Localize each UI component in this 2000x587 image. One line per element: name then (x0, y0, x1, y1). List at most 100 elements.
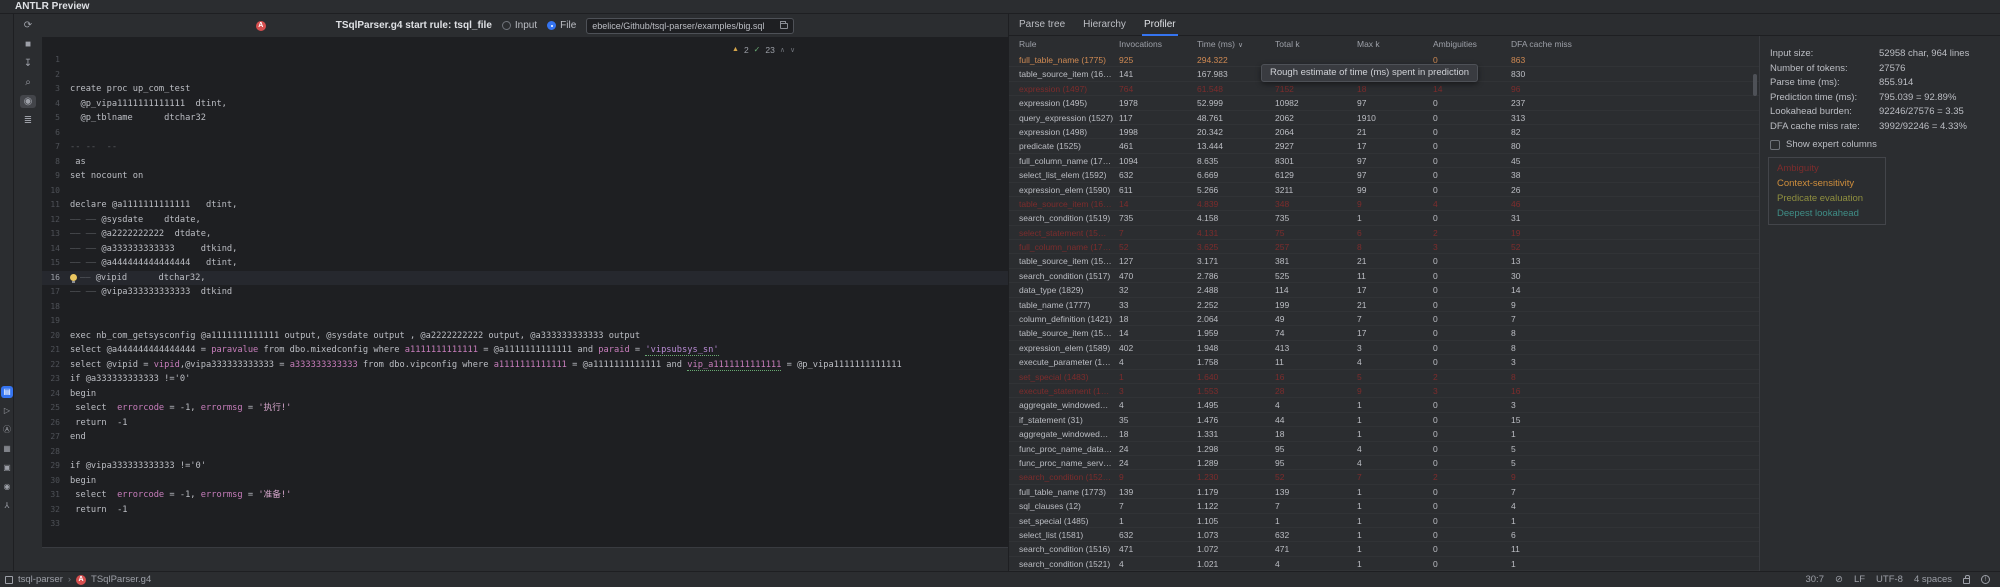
code-line[interactable]: 7-- -- -- (42, 140, 1008, 155)
code-line[interactable]: 28 (42, 445, 1008, 460)
checkbox-icon[interactable] (1770, 140, 1780, 150)
profiler-row[interactable]: full_table_name (1773)1391.179139107 (1009, 485, 1759, 499)
profiler-row[interactable]: search_condition (1516)4711.0724711011 (1009, 542, 1759, 556)
show-expert-columns-checkbox[interactable]: Show expert columns (1770, 139, 1877, 150)
services-tool-icon[interactable]: ▦ (1, 443, 13, 455)
inspections-widget[interactable]: ▲2 ✓23 ∧ ∨ (732, 43, 795, 56)
next-issue-icon[interactable]: ∨ (790, 46, 795, 54)
profiler-table-header[interactable]: Rule Invocations Time (ms)∨ Total k Max k Amb… (1009, 36, 1759, 53)
code-editor[interactable]: 123create proc up_com_test4 @p_vipa11111… (42, 38, 1008, 547)
code-line[interactable]: 18 (42, 300, 1008, 315)
browse-folder-icon[interactable] (780, 23, 788, 29)
code-line[interactable]: 10 (42, 184, 1008, 199)
code-line[interactable]: 30begin (42, 474, 1008, 489)
code-line[interactable]: 26 return -1 (42, 416, 1008, 431)
code-line[interactable]: 11declare @a1111111111111 dtint, (42, 198, 1008, 213)
code-line[interactable]: 2 (42, 68, 1008, 83)
code-line[interactable]: 4 @p_vipa1111111111111 dtint, (42, 97, 1008, 112)
search-icon[interactable]: ⌕ (20, 76, 36, 89)
lock-icon[interactable] (1963, 578, 1970, 584)
profiler-row[interactable]: expression_elem (1590)6115.266321199026 (1009, 183, 1759, 197)
code-line[interactable]: 9set nocount on (42, 169, 1008, 184)
profiler-row[interactable]: full_column_name (17…523.6252578352 (1009, 240, 1759, 254)
stop-icon[interactable]: ■ (20, 38, 36, 51)
code-line[interactable]: 21select @a444444444444444 = paravalue f… (42, 343, 1008, 358)
column-header-ambiguities[interactable]: Ambiguities (1433, 39, 1507, 49)
profiler-row[interactable]: table_source_item (15…141.959741708 (1009, 326, 1759, 340)
run-tool-icon[interactable]: ▷ (1, 405, 13, 417)
profiler-row[interactable]: expression (1495)197852.99910982970237 (1009, 96, 1759, 110)
hierarchy-tree-icon[interactable]: ≣ (20, 114, 36, 127)
code-line[interactable]: 3create proc up_com_test (42, 82, 1008, 97)
code-line[interactable]: 32 return -1 (42, 503, 1008, 518)
profiler-row[interactable]: full_column_name (17…10948.635830197045 (1009, 154, 1759, 168)
column-header-invocations[interactable]: Invocations (1119, 39, 1193, 49)
profiler-row[interactable]: predicate (1525)46113.444292717080 (1009, 139, 1759, 153)
profiler-row[interactable]: if_statement (31)351.476441015 (1009, 413, 1759, 427)
antlr-tool-icon[interactable]: Ⓐ (1, 424, 13, 436)
column-header-max-k[interactable]: Max k (1357, 39, 1429, 49)
code-line[interactable]: 17—— —— @vipa333333333333 dtkind (42, 285, 1008, 300)
antlr-preview-tool-icon[interactable]: ▤ (1, 386, 13, 398)
profiler-row[interactable]: set_special (1485)11.1051101 (1009, 514, 1759, 528)
file-radio-circle[interactable] (547, 21, 556, 30)
tab-hierarchy[interactable]: Hierarchy (1083, 14, 1126, 36)
profiler-run-icon[interactable]: ◉ (20, 95, 36, 108)
code-line[interactable]: 6 (42, 126, 1008, 141)
profiler-row[interactable]: execute_statement (1…31.553289316 (1009, 384, 1759, 398)
breadcrumb-project[interactable]: tsql-parser (18, 574, 63, 585)
column-header-total-k[interactable]: Total k (1275, 39, 1353, 49)
code-line-caret[interactable]: 16—— @vipid dtchar32, (42, 271, 1008, 286)
code-line[interactable]: 23if @a333333333333 !='0' (42, 372, 1008, 387)
table-vertical-scrollbar[interactable] (1753, 74, 1757, 96)
profiler-row[interactable]: select_list_elem (1592)6326.669612997038 (1009, 168, 1759, 182)
code-line[interactable]: 27end (42, 430, 1008, 445)
profiler-row[interactable]: search_condition (1517)4702.78652511030 (1009, 269, 1759, 283)
profiler-row[interactable]: select_list (1581)6321.073632106 (1009, 528, 1759, 542)
code-line[interactable]: 25 select errorcode = -1, errormsg = '执行… (42, 401, 1008, 416)
info-icon[interactable]: ! (1981, 575, 1990, 584)
column-header-time-ms-[interactable]: Time (ms)∨ (1197, 39, 1271, 49)
profiler-row[interactable]: aggregate_windowed…181.33118101 (1009, 427, 1759, 441)
code-line[interactable]: 29if @vipa333333333333 !='0' (42, 459, 1008, 474)
profiler-row[interactable]: search_condition (1519)7354.1587351031 (1009, 211, 1759, 225)
column-header-rule[interactable]: Rule (1019, 39, 1115, 49)
code-line[interactable]: 14—— —— @a333333333333 dtkind, (42, 242, 1008, 257)
profiler-row[interactable]: table_name (1777)332.2521992109 (1009, 298, 1759, 312)
code-line[interactable]: 19 (42, 314, 1008, 329)
tab-profiler[interactable]: Profiler (1144, 14, 1176, 36)
prev-issue-icon[interactable]: ∧ (780, 46, 785, 54)
code-line[interactable]: 22select @vipid = vipid,@vipa33333333333… (42, 358, 1008, 373)
code-line[interactable]: 33 (42, 517, 1008, 532)
profiler-row[interactable]: sql_clauses (12)71.1227104 (1009, 499, 1759, 513)
problems-tool-icon[interactable]: ◉ (1, 481, 13, 493)
file-radio[interactable]: File (547, 20, 576, 31)
breadcrumb-file[interactable]: TSqlParser.g4 (91, 574, 151, 585)
caret-position[interactable]: 30:7 (1805, 574, 1824, 585)
readonly-icon[interactable]: ⊘ (1835, 574, 1843, 585)
profiler-row[interactable]: table_source_item (16…144.8393489446 (1009, 197, 1759, 211)
profiler-row[interactable]: select_statement (15…74.131756219 (1009, 226, 1759, 240)
profiler-row[interactable]: search_condition (1521)41.0214101 (1009, 557, 1759, 571)
code-line[interactable]: 13—— —— @a2222222222 dtdate, (42, 227, 1008, 242)
line-separator[interactable]: LF (1854, 574, 1865, 585)
code-line[interactable]: 24begin (42, 387, 1008, 402)
profiler-row[interactable]: query_expression (1527)11748.76120621910… (1009, 111, 1759, 125)
profiler-row[interactable]: expression (1497)76461.5487152181496 (1009, 82, 1759, 96)
profiler-row[interactable]: search_condition (152…91.23052729 (1009, 470, 1759, 484)
file-path-input[interactable]: ebelice/Github/tsql-parser/examples/big.… (586, 18, 794, 34)
input-radio[interactable]: Input (502, 20, 537, 31)
code-line[interactable]: 1 (42, 53, 1008, 68)
code-line[interactable]: 5 @p_tblname dtchar32 (42, 111, 1008, 126)
code-line[interactable]: 12—— —— @sysdate dtdate, (42, 213, 1008, 228)
input-radio-circle[interactable] (502, 21, 511, 30)
profiler-row[interactable]: table_source_item (15…1273.17138121013 (1009, 254, 1759, 268)
terminal-tool-icon[interactable]: ▣ (1, 462, 13, 474)
column-header-dfa-cache-miss[interactable]: DFA cache miss (1511, 39, 1591, 49)
profiler-row[interactable]: expression (1498)199820.342206421082 (1009, 125, 1759, 139)
profiler-row[interactable]: column_definition (1421)182.06449707 (1009, 312, 1759, 326)
code-line[interactable]: 31 select errorcode = -1, errormsg = '准备… (42, 488, 1008, 503)
code-line[interactable]: 8 as (42, 155, 1008, 170)
intention-bulb-icon[interactable] (70, 274, 77, 281)
code-line[interactable]: 20exec nb_com_getsysconfig @a11111111111… (42, 329, 1008, 344)
